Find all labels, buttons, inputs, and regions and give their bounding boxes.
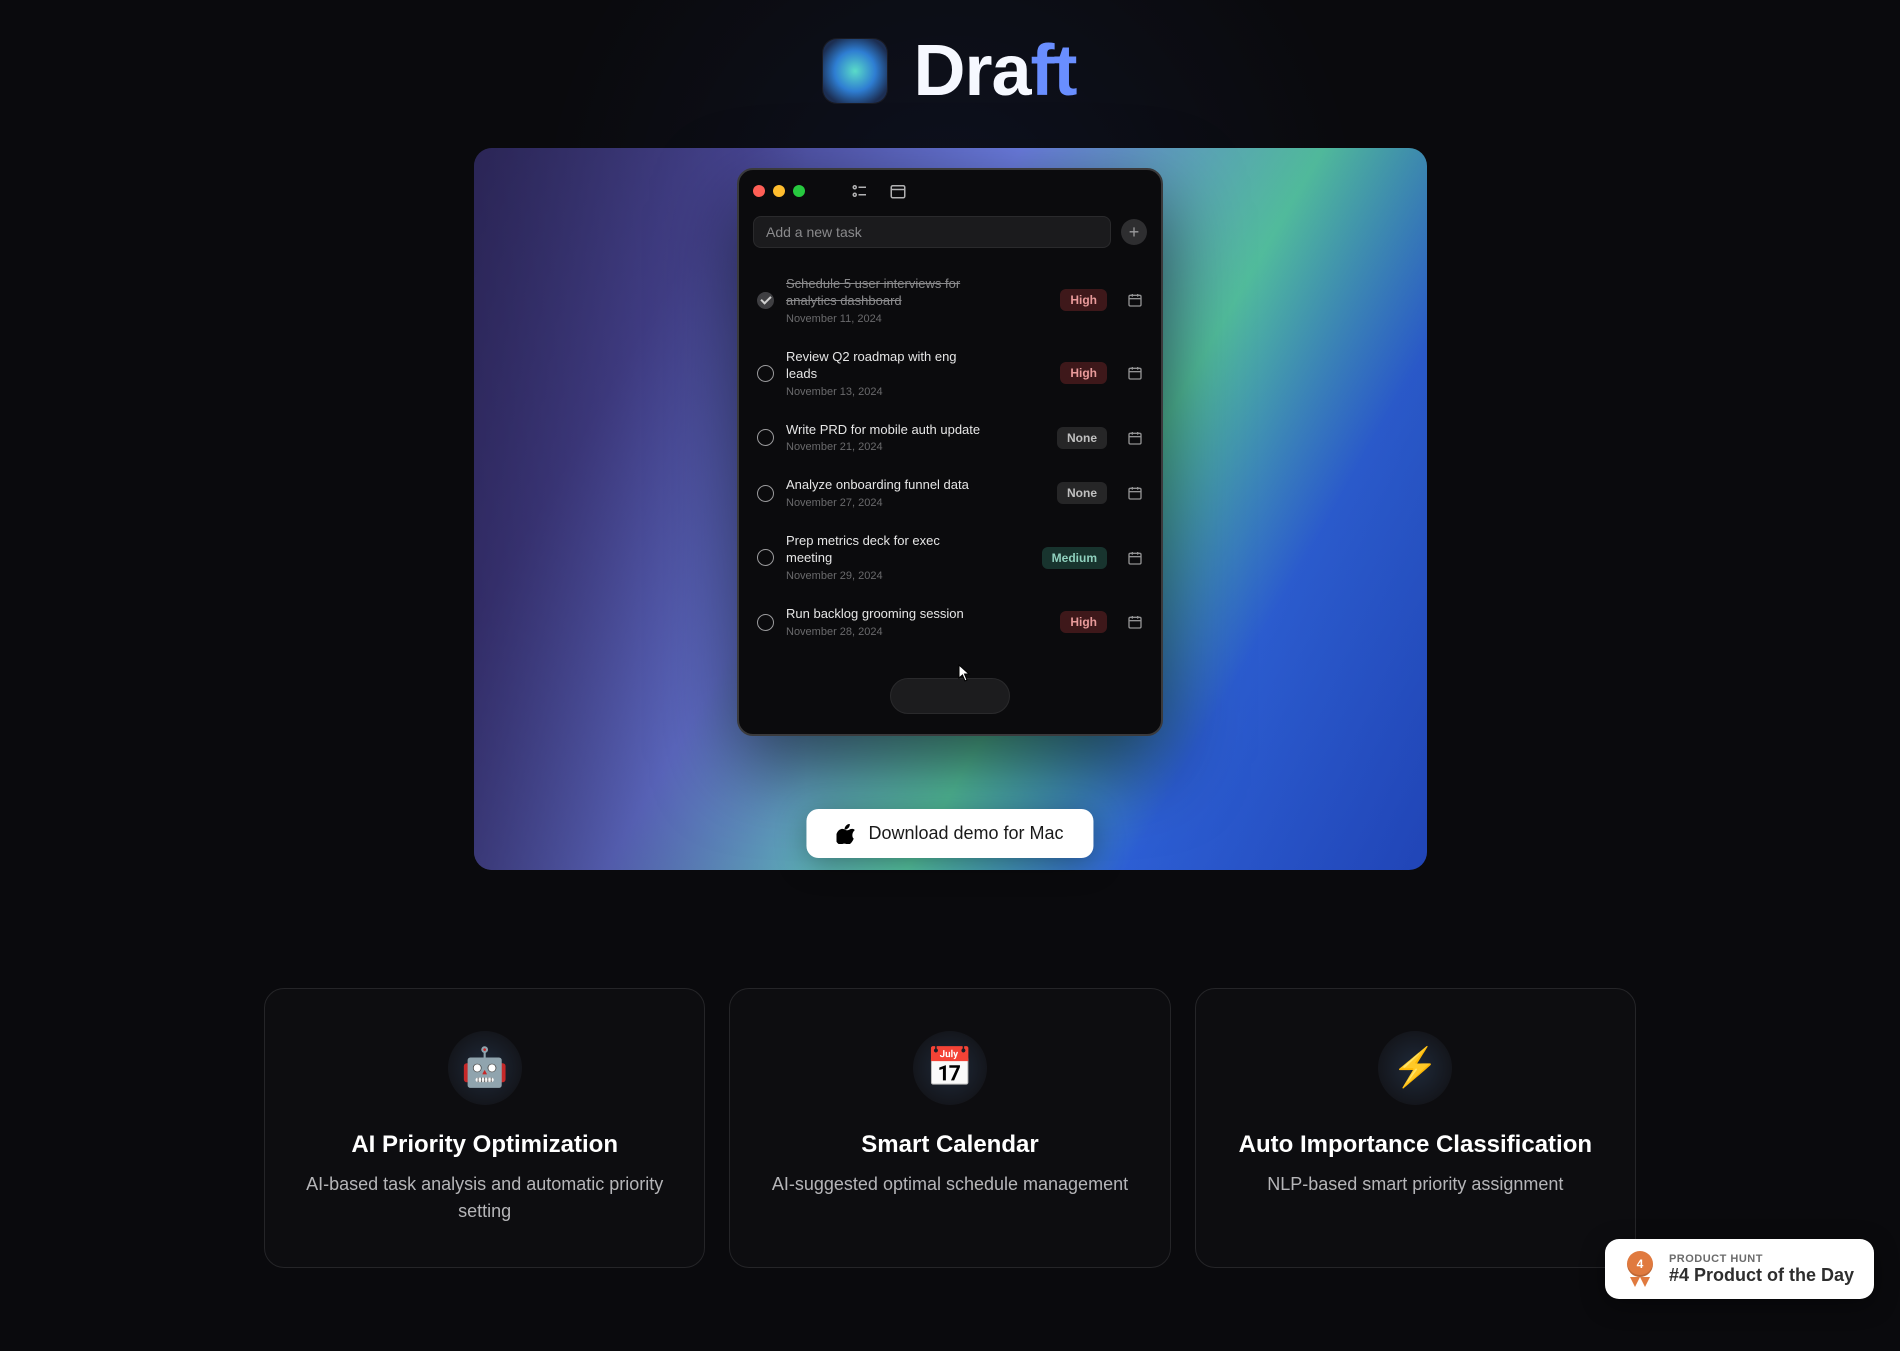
task-title: Write PRD for mobile auth update	[786, 422, 986, 439]
task-title: Run backlog grooming session	[786, 606, 986, 623]
feature-card: ⚡ Auto Importance Classification NLP-based…	[1195, 988, 1636, 1268]
task-date: November 21, 2024	[786, 441, 1045, 453]
feature-icon: ⚡	[1378, 1031, 1452, 1105]
task-checkbox[interactable]	[757, 549, 774, 566]
title-left: Dra	[913, 31, 1030, 111]
task-title: Schedule 5 user interviews for analytics…	[786, 276, 986, 310]
feature-title: Smart Calendar	[758, 1131, 1141, 1159]
task-date: November 27, 2024	[786, 497, 1045, 509]
ph-label: PRODUCT HUNT	[1669, 1253, 1854, 1265]
product-hunt-text: PRODUCT HUNT #4 Product of the Day	[1669, 1253, 1854, 1286]
task-title: Prep metrics deck for exec meeting	[786, 533, 986, 567]
task-list: Schedule 5 user interviews for analytics…	[739, 258, 1161, 656]
product-hunt-badge[interactable]: 4 PRODUCT HUNT #4 Product of the Day	[1605, 1239, 1874, 1299]
task-date: November 28, 2024	[786, 626, 1048, 638]
feature-desc: AI-based task analysis and automatic pri…	[293, 1171, 676, 1225]
app-window: Add a new task + Schedule 5 user intervi…	[737, 168, 1163, 736]
hero-title: Draft	[0, 30, 1900, 112]
bottom-action-pill[interactable]	[890, 678, 1010, 714]
minimize-window-icon[interactable]	[773, 185, 785, 197]
task-row[interactable]: Prep metrics deck for exec meeting Novemb…	[751, 521, 1149, 594]
task-checkbox[interactable]	[757, 429, 774, 446]
task-title: Analyze onboarding funnel data	[786, 477, 986, 494]
title-right: ft	[1031, 31, 1077, 111]
traffic-lights	[753, 185, 805, 197]
priority-badge[interactable]: High	[1060, 611, 1107, 633]
feature-card: 🤖 AI Priority Optimization AI-based task a…	[264, 988, 705, 1268]
new-task-row: Add a new task +	[739, 210, 1161, 258]
task-title: Review Q2 roadmap with eng leads	[786, 349, 986, 383]
feature-desc: NLP-based smart priority assignment	[1224, 1171, 1607, 1198]
task-calendar-icon[interactable]	[1127, 485, 1143, 501]
list-view-icon[interactable]	[851, 182, 869, 200]
hero-screenshot-panel: Add a new task + Schedule 5 user intervi…	[474, 148, 1427, 870]
task-row[interactable]: Schedule 5 user interviews for analytics…	[751, 264, 1149, 337]
app-name: Draft	[913, 30, 1076, 112]
add-task-button[interactable]: +	[1121, 219, 1147, 245]
app-logo-icon	[823, 39, 887, 103]
task-date: November 11, 2024	[786, 313, 1048, 325]
task-body: Review Q2 roadmap with eng leads November…	[786, 349, 1048, 398]
toolbar-icons	[851, 182, 907, 200]
task-date: November 13, 2024	[786, 386, 1048, 398]
feature-card: 📅 Smart Calendar AI-suggested optimal sche…	[729, 988, 1170, 1268]
task-calendar-icon[interactable]	[1127, 614, 1143, 630]
feature-title: AI Priority Optimization	[293, 1131, 676, 1159]
priority-badge[interactable]: None	[1057, 482, 1107, 504]
new-task-input[interactable]: Add a new task	[753, 216, 1111, 248]
task-calendar-icon[interactable]	[1127, 292, 1143, 308]
task-row[interactable]: Write PRD for mobile auth update November…	[751, 410, 1149, 466]
task-checkbox[interactable]	[757, 614, 774, 631]
task-date: November 29, 2024	[786, 570, 1030, 582]
feature-icon: 📅	[913, 1031, 987, 1105]
medal-rank: 4	[1627, 1251, 1653, 1277]
window-titlebar	[739, 170, 1161, 210]
task-checkbox[interactable]	[757, 485, 774, 502]
priority-badge[interactable]: None	[1057, 427, 1107, 449]
task-row[interactable]: Review Q2 roadmap with eng leads November…	[751, 337, 1149, 410]
maximize-window-icon[interactable]	[793, 185, 805, 197]
task-body: Prep metrics deck for exec meeting Novemb…	[786, 533, 1030, 582]
priority-badge[interactable]: High	[1060, 362, 1107, 384]
task-calendar-icon[interactable]	[1127, 430, 1143, 446]
task-calendar-icon[interactable]	[1127, 365, 1143, 381]
task-body: Run backlog grooming session November 28,…	[786, 606, 1048, 638]
download-button[interactable]: Download demo for Mac	[806, 809, 1093, 858]
apple-icon	[836, 824, 854, 844]
close-window-icon[interactable]	[753, 185, 765, 197]
priority-badge[interactable]: Medium	[1042, 547, 1107, 569]
task-body: Schedule 5 user interviews for analytics…	[786, 276, 1048, 325]
priority-badge[interactable]: High	[1060, 289, 1107, 311]
task-row[interactable]: Analyze onboarding funnel data November 2…	[751, 465, 1149, 521]
task-calendar-icon[interactable]	[1127, 550, 1143, 566]
task-body: Analyze onboarding funnel data November 2…	[786, 477, 1045, 509]
medal-icon: 4	[1625, 1251, 1655, 1287]
feature-desc: AI-suggested optimal schedule management	[758, 1171, 1141, 1198]
task-checkbox[interactable]	[757, 365, 774, 382]
task-body: Write PRD for mobile auth update November…	[786, 422, 1045, 454]
download-label: Download demo for Mac	[868, 823, 1063, 844]
calendar-view-icon[interactable]	[889, 182, 907, 200]
feature-icon: 🤖	[448, 1031, 522, 1105]
feature-title: Auto Importance Classification	[1224, 1131, 1607, 1159]
ph-main: #4 Product of the Day	[1669, 1265, 1854, 1286]
task-checkbox[interactable]	[757, 292, 774, 309]
features-row: 🤖 AI Priority Optimization AI-based task a…	[264, 988, 1636, 1268]
task-row[interactable]: Run backlog grooming session November 28,…	[751, 594, 1149, 650]
